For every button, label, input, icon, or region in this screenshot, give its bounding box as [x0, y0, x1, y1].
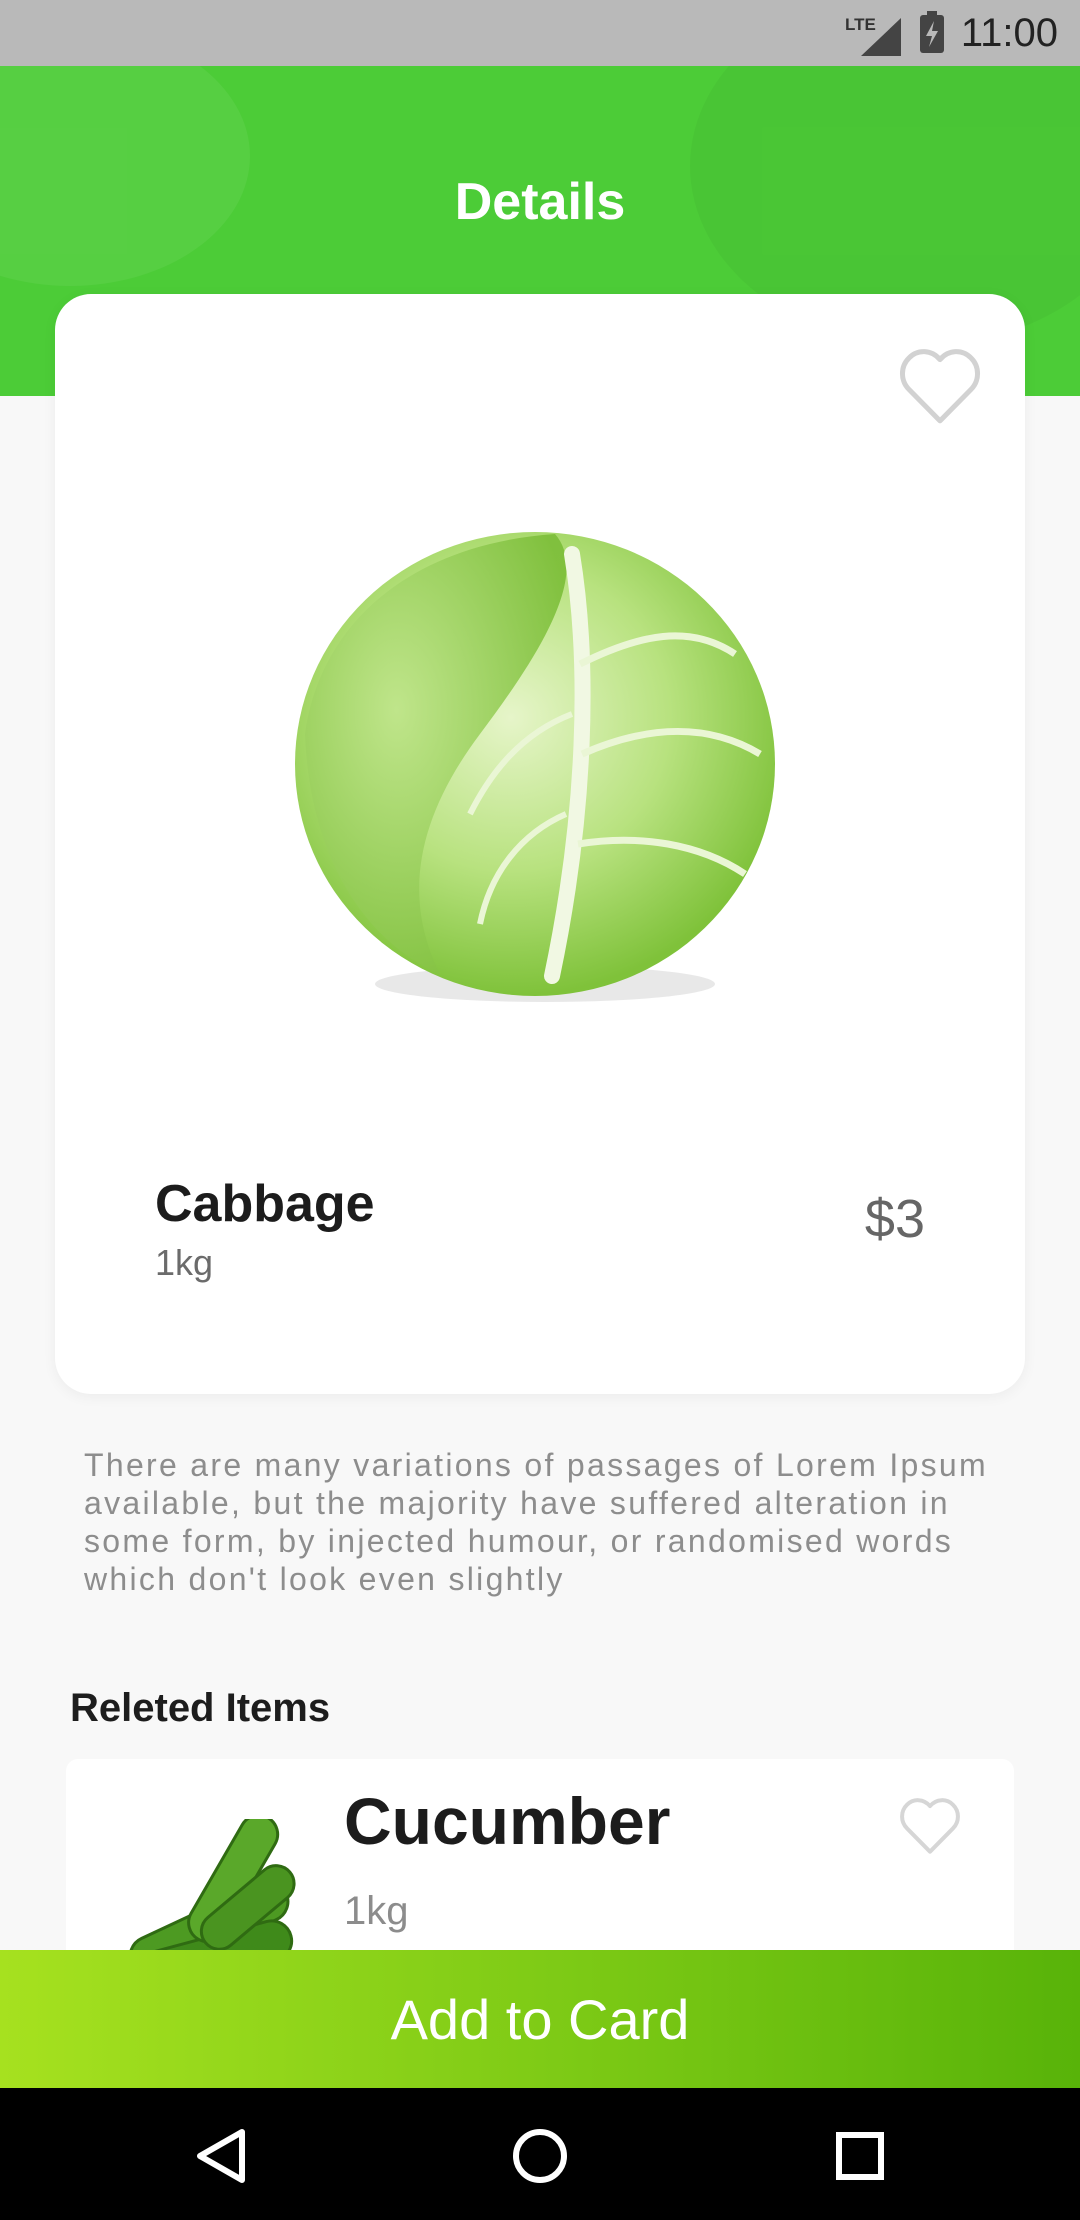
related-item-unit: 1kg — [344, 1889, 409, 1933]
product-price: $3 — [864, 1189, 925, 1249]
network-type-label: LTE — [845, 15, 876, 34]
page-title: Details — [454, 173, 626, 231]
product-name: Cabbage — [155, 1175, 375, 1233]
favorite-button[interactable] — [897, 344, 983, 426]
status-bar: LTE 11:00 — [0, 0, 1080, 66]
status-icons: LTE 11:00 — [845, 8, 1058, 58]
product-unit: 1kg — [155, 1242, 214, 1283]
product-description: There are many variations of passages of… — [84, 1447, 988, 1597]
home-circle-icon — [513, 2129, 567, 2183]
status-time: 11:00 — [960, 10, 1058, 55]
product-card: Cabbage 1kg $3 — [55, 294, 1025, 1394]
lte-signal-icon: LTE — [845, 15, 901, 56]
recents-button[interactable] — [820, 2116, 900, 2196]
cabbage-image — [295, 532, 775, 1002]
related-items-title: Releted Items — [70, 1686, 331, 1730]
recents-square-icon — [836, 2132, 884, 2180]
navigation-bar — [0, 2088, 1080, 2220]
related-item-name: Cucumber — [344, 1784, 671, 1858]
heart-outline-icon — [900, 1798, 960, 1854]
heart-outline-icon — [899, 349, 981, 424]
related-favorite-button[interactable] — [898, 1795, 962, 1855]
home-button[interactable] — [500, 2116, 580, 2196]
back-button[interactable] — [180, 2116, 260, 2196]
battery-icon — [919, 11, 944, 53]
back-triangle-icon — [197, 2129, 245, 2183]
add-to-cart-button[interactable]: Add to Card — [0, 1950, 1080, 2088]
